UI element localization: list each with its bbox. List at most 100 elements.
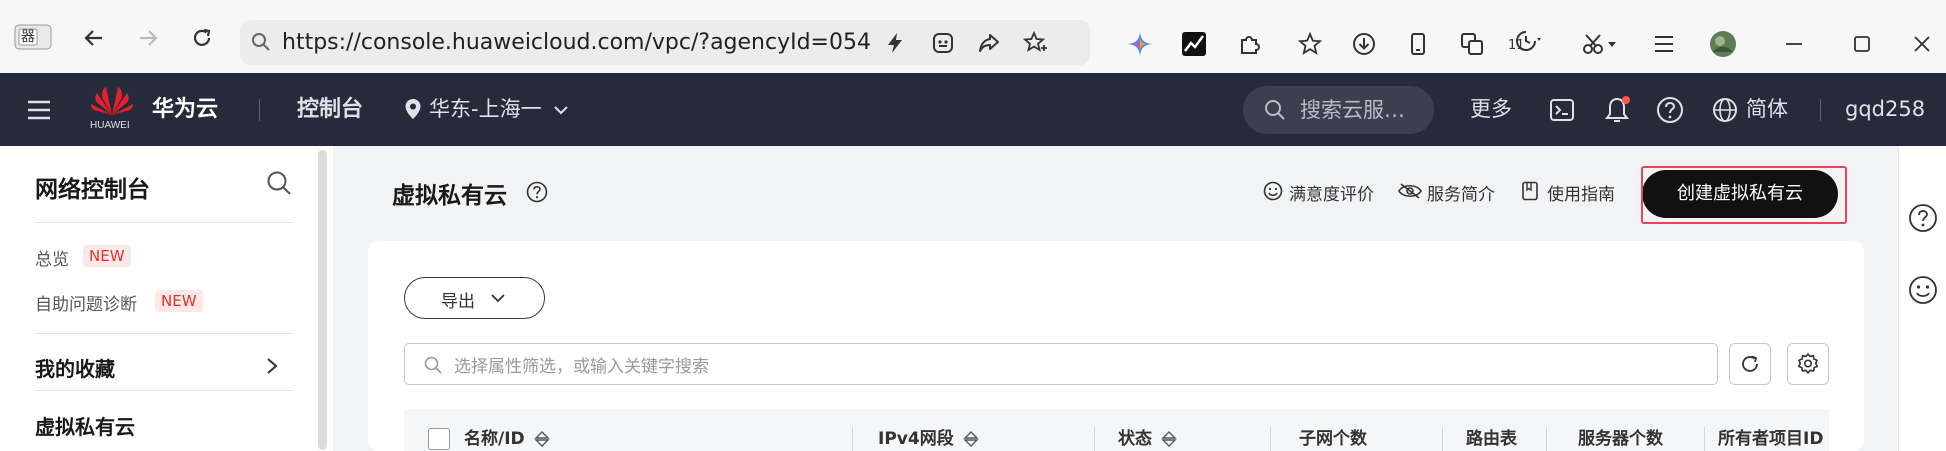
huawei-logo-text: HUAWEI	[90, 120, 130, 131]
region-selector[interactable]: 华东-上海一	[402, 73, 582, 146]
sidebar-divider-top	[35, 222, 293, 223]
new-badge: NEW	[83, 245, 131, 267]
screenshot-icon[interactable]	[1580, 30, 1620, 58]
table-header-row: 名称/ID IPv4网段 状态 子网个数 路由表 服务器个数 所有者项目ID	[404, 409, 1829, 451]
settings-button[interactable]	[1787, 343, 1829, 385]
url-text: https://console.huaweicloud.com/vpc/?age…	[282, 30, 871, 55]
sort-icon[interactable]	[1160, 430, 1178, 448]
back-icon[interactable]	[80, 24, 108, 52]
minimize-icon[interactable]	[1780, 30, 1808, 58]
sidebar-title: 网络控制台	[35, 177, 150, 203]
downloads-icon[interactable]	[1350, 30, 1378, 58]
column-header-ipv4[interactable]: IPv4网段	[878, 409, 980, 451]
ai-assistant-icon[interactable]	[1126, 30, 1154, 58]
sidebar-item-self-diagnosis[interactable]: 自助问题诊断 NEW	[35, 288, 285, 316]
address-bar[interactable]: https://console.huaweicloud.com/vpc/?age…	[240, 20, 1090, 65]
rating-label: 满意度评价	[1289, 185, 1374, 205]
console-link[interactable]: 控制台	[297, 73, 363, 146]
share-icon[interactable]	[976, 30, 1002, 56]
service-intro-link[interactable]: 服务简介	[1398, 178, 1528, 205]
column-header-project-id: 所有者项目ID	[1718, 409, 1823, 451]
favorites-star-icon[interactable]	[1296, 30, 1324, 58]
sidebar: 网络控制台 总览 NEW 自助问题诊断 NEW 我的收藏 虚拟私有云	[0, 146, 333, 451]
extensions-puzzle-icon[interactable]	[1236, 30, 1264, 58]
header-divider-right	[1820, 99, 1821, 121]
help-circle-icon[interactable]	[524, 179, 550, 205]
header-divider	[259, 99, 260, 121]
chevron-down-icon	[489, 290, 507, 306]
tab-collections-icon[interactable]	[1458, 30, 1486, 58]
sidebar-item-favorites[interactable]: 我的收藏	[35, 342, 293, 390]
column-divider	[1270, 427, 1271, 451]
hamburger-menu-icon[interactable]	[24, 95, 54, 125]
sidebar-item-label: 总览	[35, 250, 69, 270]
browser-toolbar: 器 https://console.huaweicloud.com/vpc/?a…	[0, 0, 1946, 73]
column-divider	[852, 427, 853, 451]
refresh-button[interactable]	[1729, 343, 1771, 385]
sidebar-scrollbar[interactable]	[318, 150, 327, 450]
filter-search-input[interactable]: 选择属性筛选，或输入关键字搜索	[404, 343, 1718, 385]
forward-icon[interactable]	[134, 24, 162, 52]
rating-link[interactable]: 满意度评价	[1262, 178, 1392, 205]
profile-avatar-icon[interactable]	[1708, 29, 1738, 59]
sidebar-item-overview[interactable]: 总览 NEW	[35, 243, 285, 271]
region-label: 华东-上海一	[429, 97, 542, 121]
bookmark-add-icon[interactable]	[1022, 30, 1048, 56]
column-header-label: 状态	[1118, 429, 1152, 449]
column-header-label: IPv4网段	[878, 429, 954, 449]
book-icon	[1520, 180, 1540, 202]
export-label: 导出	[441, 292, 475, 312]
feedback-smiley-icon[interactable]	[1907, 274, 1939, 306]
global-search-box[interactable]: 搜索云服…	[1243, 86, 1434, 134]
page-title: 虚拟私有云	[392, 183, 507, 209]
language-label: 简体	[1746, 97, 1788, 121]
sidebar-search-icon[interactable]	[264, 168, 294, 198]
help-icon[interactable]	[1656, 96, 1684, 124]
column-header-name[interactable]: 名称/ID	[464, 409, 551, 451]
reload-icon[interactable]	[188, 24, 216, 52]
sort-icon[interactable]	[962, 430, 980, 448]
notification-bell-icon[interactable]	[1602, 94, 1632, 126]
export-button[interactable]: 导出	[404, 277, 545, 319]
mobile-icon[interactable]	[1404, 30, 1432, 58]
menu-icon[interactable]	[1650, 30, 1678, 58]
lightning-icon[interactable]	[882, 30, 908, 56]
filter-placeholder: 选择属性筛选，或输入关键字搜索	[454, 357, 709, 377]
brand-name[interactable]: 华为云	[152, 73, 218, 146]
column-header-status[interactable]: 状态	[1118, 409, 1178, 451]
chevron-down-icon	[552, 101, 570, 119]
globe-icon	[1712, 97, 1738, 123]
more-menu[interactable]: 更多	[1470, 73, 1512, 146]
language-switcher[interactable]: 简体	[1712, 73, 1812, 146]
history-icon[interactable]: 11	[1500, 24, 1556, 58]
column-divider	[1094, 427, 1095, 451]
column-divider	[1546, 427, 1547, 451]
huawei-logo[interactable]: HUAWEI	[88, 83, 138, 135]
sidebar-favorites-label: 我的收藏	[35, 357, 115, 381]
extension-chart-icon[interactable]	[1180, 30, 1208, 58]
sidebar-section-vpc[interactable]: 虚拟私有云	[35, 411, 135, 440]
tab-favicon[interactable]: 器	[14, 24, 52, 50]
console-header: HUAWEI 华为云 控制台 华东-上海一 搜索云服… 更多 简体 gqd258	[0, 73, 1946, 146]
column-divider	[1704, 427, 1705, 451]
sidebar-divider-bottom	[35, 390, 293, 391]
tab-favicon-glyph: 器	[21, 29, 35, 45]
guide-label: 使用指南	[1547, 185, 1615, 205]
close-window-icon[interactable]	[1908, 30, 1936, 58]
sort-icon[interactable]	[533, 430, 551, 448]
gear-icon	[1797, 353, 1819, 374]
guide-link[interactable]: 使用指南	[1520, 178, 1630, 205]
column-header-servers: 服务器个数	[1578, 409, 1663, 451]
username[interactable]: gqd258	[1845, 73, 1925, 146]
column-header-label: 服务器个数	[1578, 429, 1663, 449]
right-floating-rail	[1898, 146, 1946, 451]
global-search-placeholder: 搜索云服…	[1300, 98, 1405, 122]
column-header-label: 所有者项目ID	[1718, 429, 1824, 449]
history-count: 11	[1508, 38, 1525, 53]
maximize-icon[interactable]	[1848, 30, 1876, 58]
reader-mode-icon[interactable]	[930, 30, 956, 56]
select-all-checkbox[interactable]	[428, 428, 450, 450]
help-icon[interactable]	[1907, 202, 1939, 234]
column-header-label: 名称/ID	[464, 429, 525, 449]
cloud-shell-icon[interactable]	[1548, 97, 1576, 123]
